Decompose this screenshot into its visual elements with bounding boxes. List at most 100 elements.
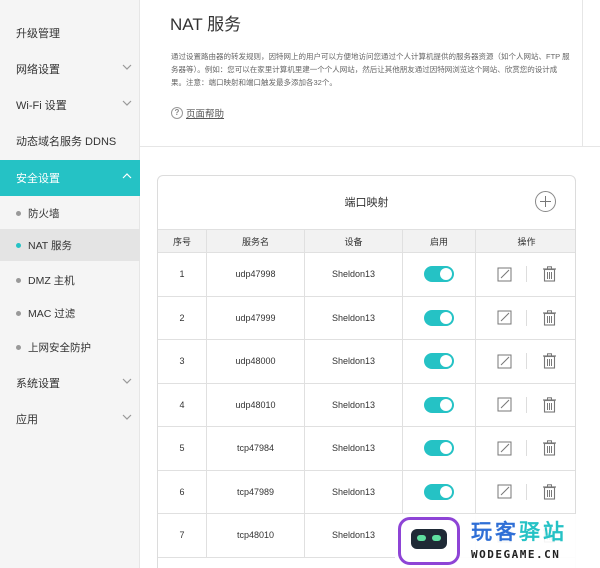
chevron-down-icon bbox=[122, 100, 132, 106]
edit-icon[interactable] bbox=[496, 310, 512, 326]
column-header-index: 序号 bbox=[158, 230, 207, 252]
cell-device: Sheldon13 bbox=[305, 253, 403, 296]
bullet-dot-icon bbox=[16, 210, 21, 216]
sidebar-item-label: 系统设置 bbox=[16, 378, 60, 390]
cell-service: udp48010 bbox=[207, 383, 305, 426]
edit-icon[interactable] bbox=[496, 440, 512, 456]
sidebar-item-ddns[interactable]: 动态域名服务 DDNS bbox=[0, 123, 140, 159]
delete-icon[interactable] bbox=[541, 266, 557, 282]
watermark: 玩客驿站 WODEGAME.CN bbox=[395, 514, 600, 568]
page-title: NAT 服务 bbox=[170, 15, 242, 34]
edit-icon[interactable] bbox=[496, 397, 512, 413]
chevron-down-icon bbox=[122, 378, 132, 384]
cell-index: 5 bbox=[158, 427, 207, 470]
sidebar: 升级管理 网络设置 Wi-Fi 设置 动态域名服务 DDNS 安全设置 防火墙 … bbox=[0, 0, 140, 568]
watermark-name: 玩客驿站 bbox=[471, 516, 567, 546]
bullet-dot-icon bbox=[16, 277, 21, 283]
cell-actions bbox=[476, 384, 575, 427]
page-description: 通过设置路由器的转发规则，因特网上的用户可以方便地访问您通过个人计算机提供的服务… bbox=[171, 52, 570, 87]
sidebar-item-security[interactable]: 安全设置 bbox=[0, 160, 140, 196]
cell-service: udp47999 bbox=[207, 296, 305, 339]
sidebar-subitem-nat[interactable]: NAT 服务 bbox=[0, 229, 140, 261]
enable-toggle[interactable] bbox=[424, 266, 454, 283]
card-title: 端口映射 bbox=[344, 197, 389, 209]
sidebar-subitem-dmz[interactable]: DMZ 主机 bbox=[0, 264, 140, 296]
robot-face-icon bbox=[411, 529, 447, 549]
enable-toggle[interactable] bbox=[424, 483, 454, 500]
delete-icon[interactable] bbox=[541, 440, 557, 456]
column-header-device: 设备 bbox=[305, 230, 403, 252]
section-divider-vertical bbox=[582, 0, 583, 147]
chevron-up-icon bbox=[122, 173, 132, 179]
cell-service: tcp47989 bbox=[207, 470, 305, 513]
edit-icon[interactable] bbox=[496, 266, 512, 282]
sidebar-subitem-label: DMZ 主机 bbox=[28, 274, 75, 287]
delete-icon[interactable] bbox=[541, 484, 557, 500]
enable-toggle[interactable] bbox=[424, 396, 454, 413]
help-link[interactable]: ? 页面帮助 bbox=[171, 106, 224, 120]
cell-actions bbox=[476, 340, 575, 383]
sidebar-subitem-firewall[interactable]: 防火墙 bbox=[0, 197, 140, 229]
cell-actions bbox=[476, 471, 575, 514]
cell-device: Sheldon13 bbox=[305, 383, 403, 426]
sidebar-subitem-label: 防火墙 bbox=[28, 207, 60, 220]
bullet-dot-icon bbox=[16, 242, 21, 248]
robot-eye-icon bbox=[432, 535, 441, 541]
table-row: 5 tcp47984 Sheldon13 bbox=[158, 427, 575, 471]
sidebar-item-label: 动态域名服务 DDNS bbox=[16, 136, 117, 148]
cell-actions bbox=[476, 427, 575, 470]
sidebar-item-label: 应用 bbox=[16, 414, 38, 426]
column-header-enabled: 启用 bbox=[403, 230, 476, 252]
column-header-service: 服务名 bbox=[207, 230, 305, 252]
sidebar-subitem-label: NAT 服务 bbox=[28, 239, 72, 252]
sidebar-subitem-label: 上网安全防护 bbox=[28, 341, 91, 354]
port-mapping-card: 端口映射 序号 服务名 设备 启用 操作 1 udp47998 Sheldon13 2… bbox=[157, 175, 576, 568]
cell-actions bbox=[476, 253, 575, 296]
enable-toggle[interactable] bbox=[424, 353, 454, 370]
edit-icon[interactable] bbox=[496, 484, 512, 500]
sidebar-item-wifi[interactable]: Wi-Fi 设置 bbox=[0, 87, 140, 123]
cell-enabled bbox=[403, 340, 476, 383]
cell-index: 7 bbox=[158, 514, 207, 557]
robot-eye-icon bbox=[417, 535, 426, 541]
watermark-name-part2: 驿站 bbox=[519, 521, 567, 544]
column-header-actions: 操作 bbox=[517, 236, 536, 247]
sidebar-item-system[interactable]: 系统设置 bbox=[0, 365, 140, 401]
sidebar-item-label: 升级管理 bbox=[16, 28, 60, 40]
help-icon: ? bbox=[171, 107, 183, 119]
sidebar-item-label: 安全设置 bbox=[16, 173, 60, 185]
add-rule-button[interactable] bbox=[535, 191, 556, 212]
enable-toggle[interactable] bbox=[424, 309, 454, 326]
sidebar-subitem-mac-filter[interactable]: MAC 过滤 bbox=[0, 297, 140, 329]
sidebar-subitem-label: MAC 过滤 bbox=[28, 307, 76, 320]
toggle-knob bbox=[440, 311, 452, 324]
edit-icon[interactable] bbox=[496, 353, 512, 369]
cell-index: 4 bbox=[158, 383, 207, 426]
bullet-dot-icon bbox=[16, 310, 21, 316]
actions-separator bbox=[526, 396, 527, 413]
chevron-down-icon bbox=[122, 414, 132, 420]
cell-service: udp47998 bbox=[207, 253, 305, 296]
sidebar-item-apps[interactable]: 应用 bbox=[0, 401, 140, 437]
sidebar-item-upgrade[interactable]: 升级管理 bbox=[0, 15, 140, 51]
toggle-knob bbox=[440, 442, 452, 455]
actions-separator bbox=[526, 440, 527, 457]
table-row: 4 udp48010 Sheldon13 bbox=[158, 383, 575, 427]
toggle-knob bbox=[440, 355, 452, 368]
sidebar-item-label: Wi-Fi 设置 bbox=[16, 100, 67, 112]
cell-actions bbox=[476, 297, 575, 340]
watermark-name-part1: 玩客 bbox=[471, 521, 519, 544]
delete-icon[interactable] bbox=[541, 397, 557, 413]
cell-index: 3 bbox=[158, 340, 207, 383]
delete-icon[interactable] bbox=[541, 353, 557, 369]
sidebar-item-network[interactable]: 网络设置 bbox=[0, 51, 140, 87]
cell-enabled bbox=[403, 427, 476, 470]
help-link-label: 页面帮助 bbox=[186, 109, 225, 120]
enable-toggle[interactable] bbox=[424, 440, 454, 457]
cell-index: 1 bbox=[158, 253, 207, 296]
table-header: 序号 服务名 设备 启用 操作 bbox=[158, 229, 575, 253]
actions-separator bbox=[526, 266, 527, 283]
table-row: 3 udp48000 Sheldon13 bbox=[158, 340, 575, 384]
delete-icon[interactable] bbox=[541, 310, 557, 326]
sidebar-subitem-security-protection[interactable]: 上网安全防护 bbox=[0, 331, 140, 363]
